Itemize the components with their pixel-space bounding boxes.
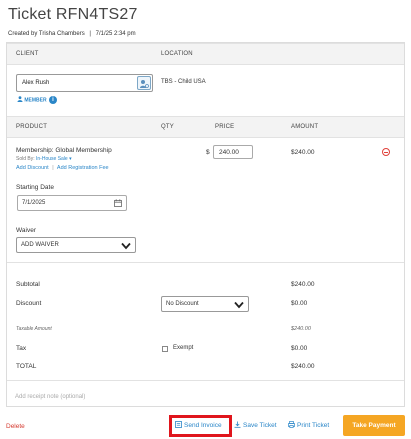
- chevron-down-icon: [234, 301, 244, 309]
- client-value: Alex Rush: [22, 80, 50, 86]
- starting-date-input[interactable]: 7/1/2025: [17, 195, 127, 211]
- subtotal-value: $240.00: [291, 281, 315, 288]
- sold-by-label: Sold By:: [16, 156, 35, 162]
- created-by: Created by Trisha Chambers: [8, 31, 85, 37]
- price-header: PRICE: [215, 124, 235, 130]
- page-title: Ticket RFN4TS27: [8, 6, 138, 23]
- tax-value: $0.00: [291, 345, 308, 352]
- download-icon: [234, 421, 241, 428]
- client-input[interactable]: Alex Rush: [16, 74, 153, 92]
- ticket-card: CLIENT LOCATION Alex Rush MEMBER i TBS -…: [6, 42, 405, 407]
- print-ticket-button[interactable]: Print Ticket: [288, 421, 329, 429]
- price-input[interactable]: 240.00: [213, 145, 253, 159]
- print-ticket-label: Print Ticket: [297, 422, 330, 429]
- highlight-box: [169, 415, 232, 437]
- total-label: TOTAL: [16, 363, 37, 370]
- member-label: MEMBER: [24, 97, 47, 104]
- take-payment-button[interactable]: Take Payment: [343, 415, 405, 436]
- starting-date-label: Starting Date: [16, 184, 54, 191]
- created-separator: |: [89, 31, 91, 37]
- save-ticket-label: Save Ticket: [243, 422, 277, 429]
- divider: [7, 380, 404, 381]
- calendar-icon[interactable]: [114, 199, 122, 207]
- divider: [7, 262, 404, 263]
- product-header: PRODUCT: [16, 124, 48, 130]
- remove-item-icon[interactable]: [382, 148, 390, 156]
- discount-select[interactable]: No Discount: [161, 296, 249, 312]
- discount-select-value: No Discount: [166, 301, 199, 307]
- location-header: LOCATION: [161, 51, 193, 57]
- sold-by-dropdown[interactable]: In-House Sale ▾: [36, 156, 72, 162]
- product-header-row: PRODUCT QTY PRICE AMOUNT: [7, 116, 404, 138]
- sold-by-value: In-House Sale: [36, 156, 68, 162]
- created-info: Created by Trisha Chambers | 7/1/25 2:34…: [8, 31, 136, 37]
- print-icon: [288, 421, 295, 428]
- person-icon: [17, 96, 23, 103]
- taxable-label: Taxable Amount: [16, 326, 52, 332]
- client-search-button[interactable]: [137, 76, 151, 90]
- product-actions: Add Discount | Add Registration Fee: [16, 165, 109, 171]
- sold-by: Sold By: In-House Sale ▾: [16, 156, 72, 162]
- client-header: CLIENT: [16, 51, 39, 57]
- waiver-select[interactable]: ADD WAIVER: [16, 237, 136, 253]
- delete-button[interactable]: Delete: [6, 423, 25, 430]
- price-currency: $: [206, 149, 210, 156]
- add-discount-link[interactable]: Add Discount: [16, 165, 49, 171]
- subtotal-label: Subtotal: [16, 281, 40, 288]
- discount-label: Discount: [16, 300, 42, 307]
- chevron-down-icon: ▾: [69, 156, 72, 162]
- total-value: $240.00: [291, 363, 315, 370]
- actions-separator: |: [52, 165, 54, 171]
- receipt-note-input[interactable]: Add receipt note (optional): [15, 394, 85, 400]
- created-at: 7/1/25 2:34 pm: [95, 31, 136, 37]
- exempt-label: Exempt: [173, 345, 194, 351]
- price-value: 240.00: [219, 149, 239, 156]
- starting-date-value: 7/1/2025: [22, 200, 46, 206]
- discount-value: $0.00: [291, 300, 308, 307]
- amount-header: AMOUNT: [291, 124, 319, 130]
- save-ticket-button[interactable]: Save Ticket: [234, 421, 277, 429]
- item-amount: $240.00: [291, 149, 315, 156]
- member-badge[interactable]: MEMBER i: [17, 96, 58, 104]
- tax-label: Tax: [16, 345, 27, 352]
- info-icon[interactable]: i: [49, 96, 58, 104]
- exempt-checkbox[interactable]: [162, 346, 168, 352]
- location-value: TBS - Child USA: [161, 79, 206, 85]
- taxable-value: $240.00: [291, 326, 311, 332]
- qty-header: QTY: [161, 124, 174, 130]
- waiver-label: Waiver: [16, 227, 36, 234]
- person-search-icon: [140, 80, 149, 88]
- chevron-down-icon: [121, 242, 131, 250]
- product-name: Membership: Global Membership: [16, 147, 112, 154]
- waiver-select-value: ADD WAIVER: [21, 242, 59, 248]
- client-header-row: CLIENT LOCATION: [7, 43, 404, 65]
- add-registration-fee-link[interactable]: Add Registration Fee: [57, 165, 109, 171]
